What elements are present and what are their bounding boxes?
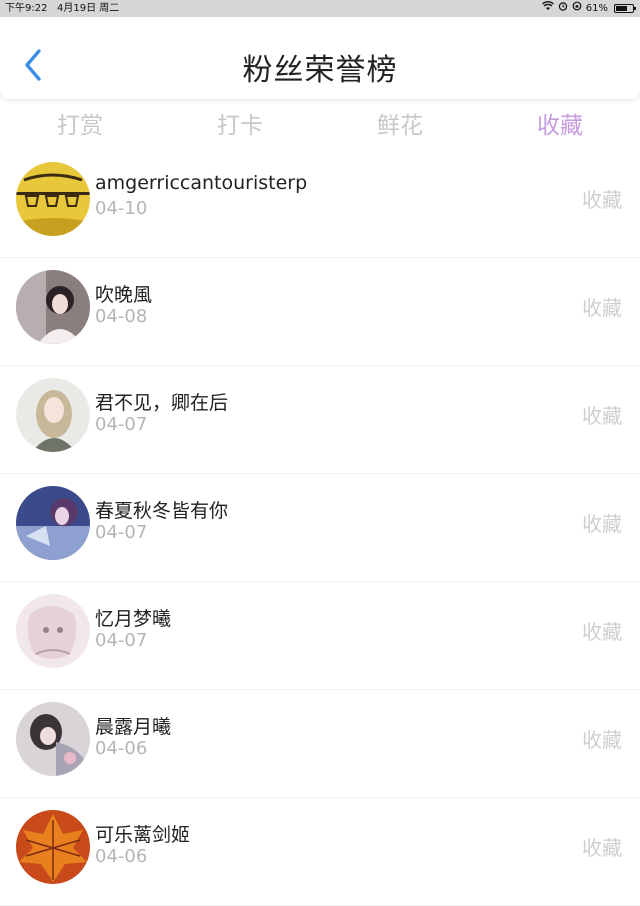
fan-date: 04-08 bbox=[95, 306, 148, 327]
fan-list: amgerriccantouristerp 04-10 收藏 吹晚風 04-08… bbox=[0, 150, 640, 906]
battery-fill bbox=[616, 6, 627, 11]
status-time: 下午9:22 bbox=[5, 3, 48, 14]
favorite-label: 收藏 bbox=[582, 512, 622, 536]
list-item[interactable]: 君不见，卿在后 04-07 收藏 bbox=[0, 366, 640, 474]
page-title: 粉丝荣誉榜 bbox=[242, 53, 398, 88]
fan-name: 忆月梦曦 bbox=[95, 608, 172, 630]
favorite-label: 收藏 bbox=[582, 836, 622, 860]
alarm-icon bbox=[558, 0, 568, 17]
avatar bbox=[16, 594, 90, 668]
avatar bbox=[16, 486, 90, 560]
fan-name: 君不见，卿在后 bbox=[95, 392, 229, 414]
avatar bbox=[16, 162, 90, 236]
status-bar: 下午9:22 4月19日 周二 61% bbox=[0, 0, 640, 17]
list-item[interactable]: 吹晚風 04-08 收藏 bbox=[0, 258, 640, 366]
fan-date: 04-07 bbox=[95, 414, 148, 435]
battery-icon bbox=[614, 4, 636, 13]
favorite-label: 收藏 bbox=[582, 296, 622, 320]
fan-date: 04-07 bbox=[95, 522, 148, 543]
favorite-label: 收藏 bbox=[582, 188, 622, 212]
fan-date: 04-06 bbox=[95, 738, 148, 759]
fan-name: 晨露月曦 bbox=[95, 716, 172, 738]
fan-date: 04-07 bbox=[95, 630, 148, 651]
list-item[interactable]: 可乐蓠剑姬 04-06 收藏 bbox=[0, 798, 640, 906]
tab-flowers[interactable]: 鲜花 bbox=[324, 106, 476, 140]
list-item[interactable]: amgerriccantouristerp 04-10 收藏 bbox=[0, 150, 640, 258]
avatar bbox=[16, 270, 90, 344]
tab-favorites[interactable]: 收藏 bbox=[484, 106, 636, 140]
status-time-date: 下午9:22 4月19日 周二 bbox=[5, 0, 119, 17]
wifi-icon bbox=[541, 0, 554, 17]
status-icons: 61% bbox=[541, 0, 636, 17]
navigation-bar: 粉丝荣誉榜 bbox=[0, 17, 640, 99]
battery-percent: 61% bbox=[585, 3, 608, 14]
fan-name: 可乐蓠剑姬 bbox=[95, 824, 191, 846]
favorite-label: 收藏 bbox=[582, 728, 622, 752]
fan-name: amgerriccantouristerp bbox=[95, 172, 308, 194]
list-item[interactable]: 晨露月曦 04-06 收藏 bbox=[0, 690, 640, 798]
fan-date: 04-10 bbox=[95, 198, 148, 219]
list-item[interactable]: 春夏秋冬皆有你 04-07 收藏 bbox=[0, 474, 640, 582]
list-item[interactable]: 忆月梦曦 04-07 收藏 bbox=[0, 582, 640, 690]
tab-reward[interactable]: 打赏 bbox=[4, 106, 156, 140]
favorite-label: 收藏 bbox=[582, 404, 622, 428]
orientation-lock-icon bbox=[572, 0, 582, 17]
favorite-label: 收藏 bbox=[582, 620, 622, 644]
fan-date: 04-06 bbox=[95, 846, 148, 867]
avatar bbox=[16, 702, 90, 776]
fan-name: 吹晚風 bbox=[95, 284, 153, 306]
status-date: 4月19日 周二 bbox=[57, 3, 120, 14]
tab-checkin[interactable]: 打卡 bbox=[164, 106, 316, 140]
avatar bbox=[16, 378, 90, 452]
avatar bbox=[16, 810, 90, 884]
tab-bar: 打赏 打卡 鲜花 收藏 bbox=[0, 100, 640, 146]
fan-name: 春夏秋冬皆有你 bbox=[95, 500, 229, 522]
